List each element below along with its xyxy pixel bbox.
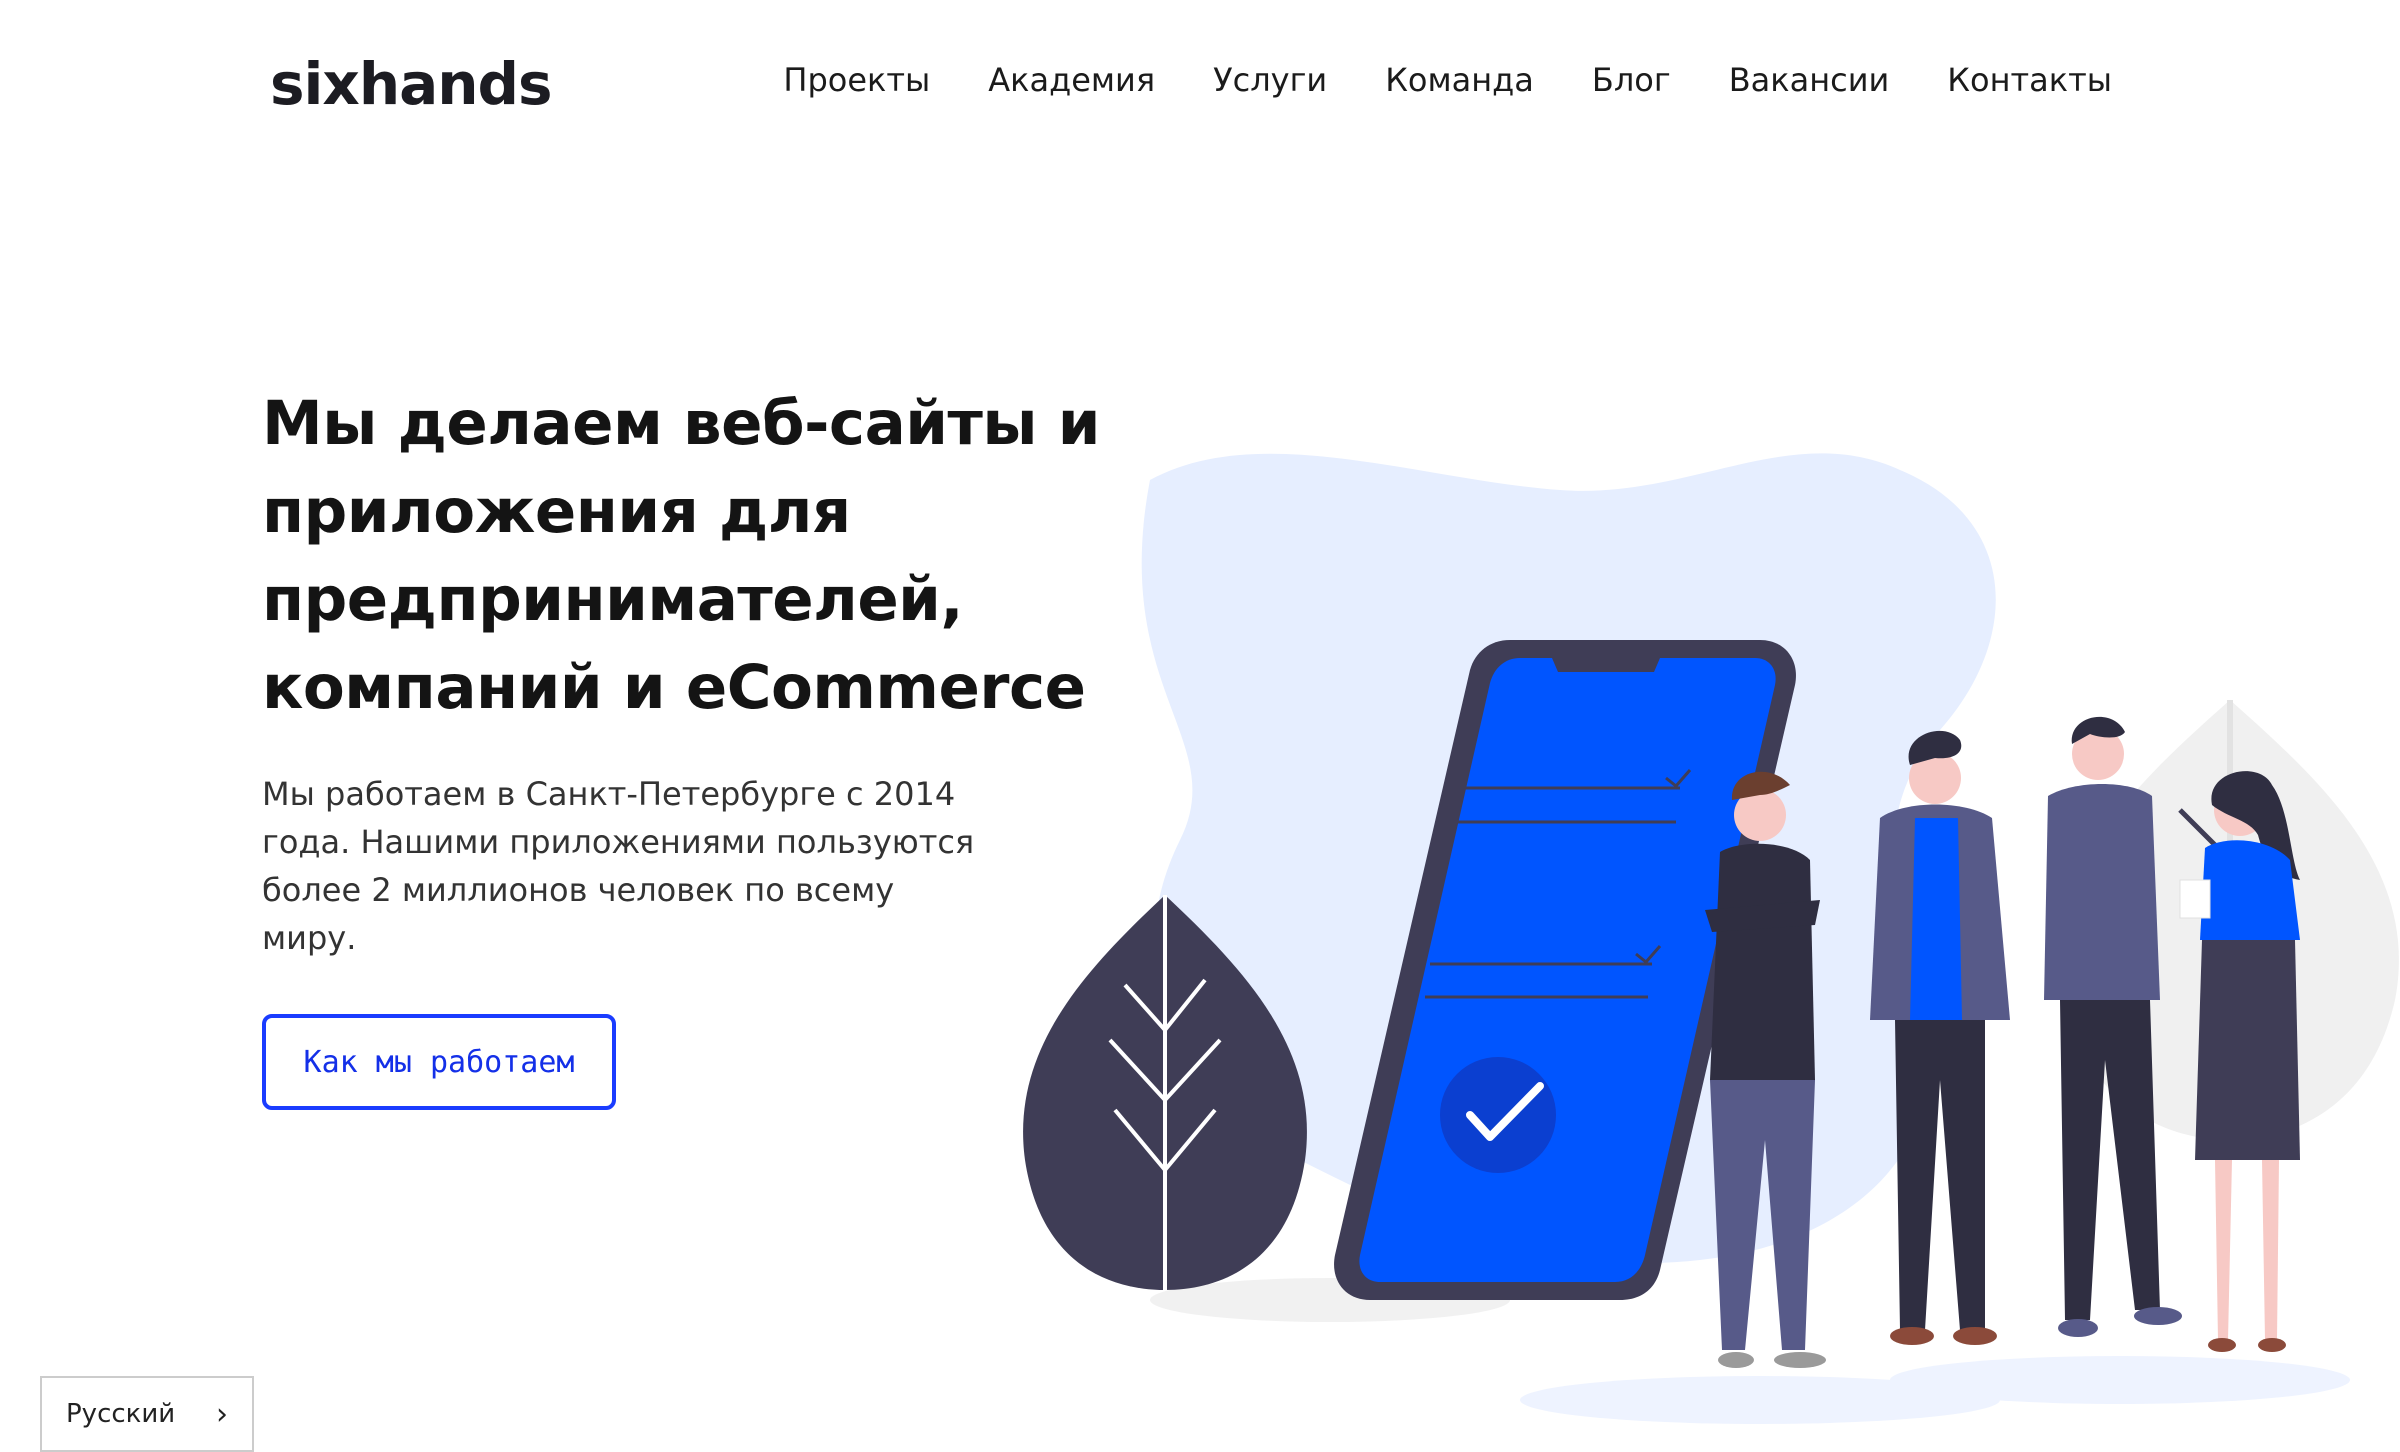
nav-item-projects[interactable]: Проекты	[783, 58, 930, 102]
nav-item-services[interactable]: Услуги	[1213, 58, 1327, 102]
hero-title-line: предпринимателей,	[262, 564, 964, 635]
nav-item-team[interactable]: Команда	[1385, 58, 1534, 102]
person-illustration	[1705, 771, 1826, 1368]
nav-item-vacancies[interactable]: Вакансии	[1729, 58, 1890, 102]
how-we-work-button[interactable]: Как мы работаем	[262, 1014, 616, 1110]
hero-title-line: Мы делаем веб-сайты и	[262, 388, 1101, 459]
nav-item-academy[interactable]: Академия	[988, 58, 1155, 102]
main-nav: Проекты Академия Услуги Команда Блог Вак…	[783, 58, 2112, 102]
nav-item-contacts[interactable]: Контакты	[1947, 58, 2112, 102]
hero-illustration	[1023, 453, 2399, 1424]
chevron-right-icon: ›	[216, 1396, 228, 1432]
ground-shadow	[1890, 1356, 2350, 1404]
language-label: Русский	[66, 1399, 176, 1429]
language-selector[interactable]: Русский ›	[40, 1376, 254, 1452]
hero-description: Мы работаем в Санкт-Петербурге с 2014 го…	[262, 775, 975, 957]
nav-item-blog[interactable]: Блог	[1592, 58, 1671, 102]
hero-title-line: приложения для	[262, 476, 851, 547]
logo[interactable]: sixhands	[270, 44, 553, 124]
hero-title-line: компаний и eCommerce	[262, 652, 1086, 723]
